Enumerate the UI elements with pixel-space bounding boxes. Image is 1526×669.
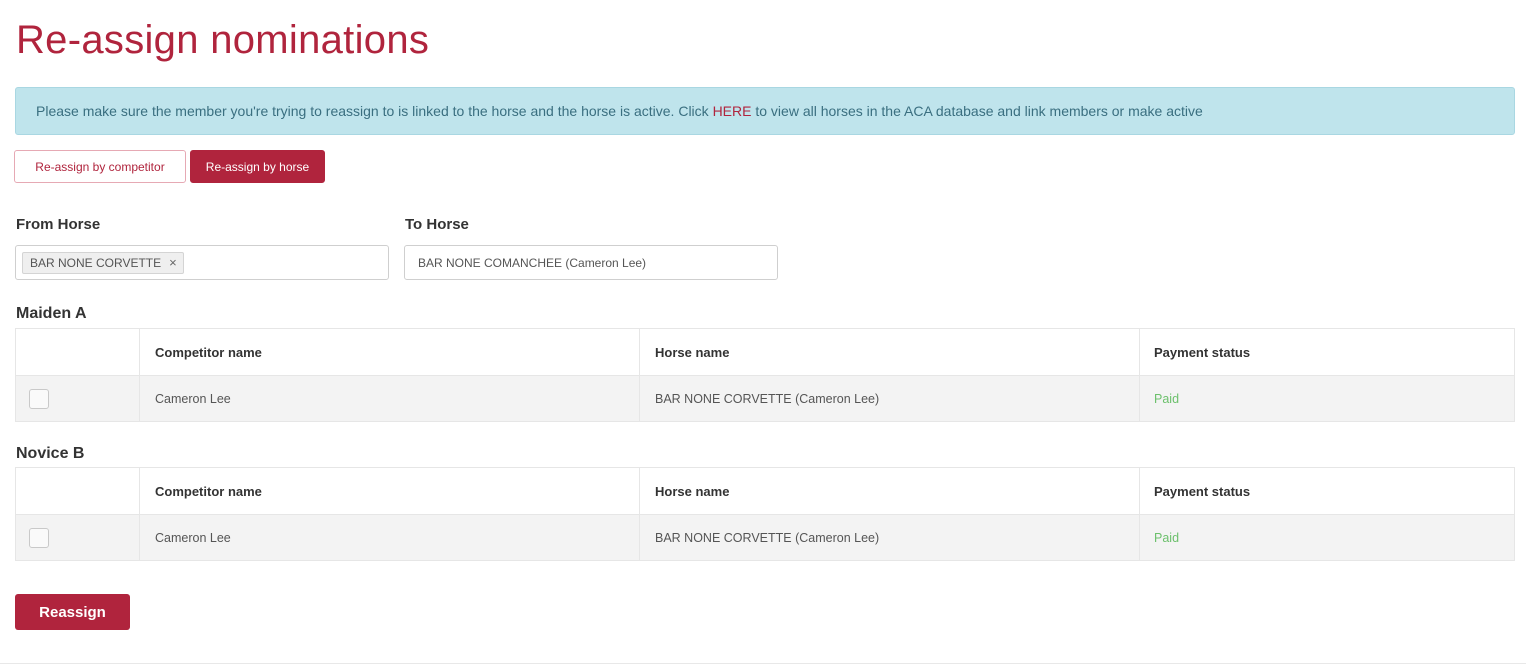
horse-cell: BAR NONE CORVETTE (Cameron Lee) [640, 515, 1140, 560]
alert-text-before: Please make sure the member you're tryin… [36, 103, 713, 119]
section-title-maiden-a: Maiden A [16, 305, 87, 322]
to-horse-label: To Horse [405, 216, 469, 233]
row-select-cell [16, 376, 140, 421]
competitor-cell: Cameron Lee [140, 515, 640, 560]
here-link[interactable]: HERE [713, 103, 752, 119]
info-alert: Please make sure the member you're tryin… [15, 87, 1515, 135]
table-header-row: Competitor name Horse name Payment statu… [16, 468, 1514, 514]
nominations-table-novice-b: Competitor name Horse name Payment statu… [15, 467, 1515, 561]
reassign-button[interactable]: Reassign [15, 594, 130, 630]
close-icon[interactable]: × [169, 255, 177, 270]
tab-reassign-by-horse[interactable]: Re-assign by horse [190, 150, 325, 183]
column-header-payment: Payment status [1154, 483, 1251, 499]
column-header-horse: Horse name [640, 468, 1140, 514]
page-title: Re-assign nominations [16, 18, 430, 62]
column-header-competitor: Competitor name [140, 468, 640, 514]
horse-cell: BAR NONE CORVETTE (Cameron Lee) [640, 376, 1140, 421]
select-column-header [16, 468, 140, 514]
row-select-cell [16, 515, 140, 560]
alert-text-after: to view all horses in the ACA database a… [751, 103, 1203, 119]
column-header-payment: Payment status [1154, 344, 1251, 360]
selected-horse-tag: BAR NONE CORVETTE × [22, 251, 184, 274]
table-header-row: Competitor name Horse name Payment statu… [16, 329, 1514, 375]
row-checkbox[interactable] [29, 527, 49, 548]
table-row: Cameron Lee BAR NONE CORVETTE (Cameron L… [16, 375, 1514, 421]
nominations-table-maiden-a: Competitor name Horse name Payment statu… [15, 328, 1515, 422]
row-checkbox[interactable] [29, 388, 49, 409]
payment-status-cell: Paid [1154, 530, 1180, 545]
table-row: Cameron Lee BAR NONE CORVETTE (Cameron L… [16, 514, 1514, 560]
section-title-novice-b: Novice B [16, 445, 85, 462]
footer-divider [0, 663, 1526, 664]
select-column-header [16, 329, 140, 375]
competitor-cell: Cameron Lee [140, 376, 640, 421]
from-horse-label: From Horse [16, 216, 101, 233]
from-horse-select[interactable]: BAR NONE CORVETTE × [15, 245, 389, 280]
column-header-competitor: Competitor name [140, 329, 640, 375]
payment-status-cell: Paid [1154, 391, 1180, 406]
selected-horse-tag-label: BAR NONE CORVETTE [30, 255, 162, 270]
to-horse-select[interactable]: BAR NONE COMANCHEE (Cameron Lee) [404, 245, 778, 280]
column-header-horse: Horse name [640, 329, 1140, 375]
tab-reassign-by-competitor[interactable]: Re-assign by competitor [14, 150, 186, 183]
